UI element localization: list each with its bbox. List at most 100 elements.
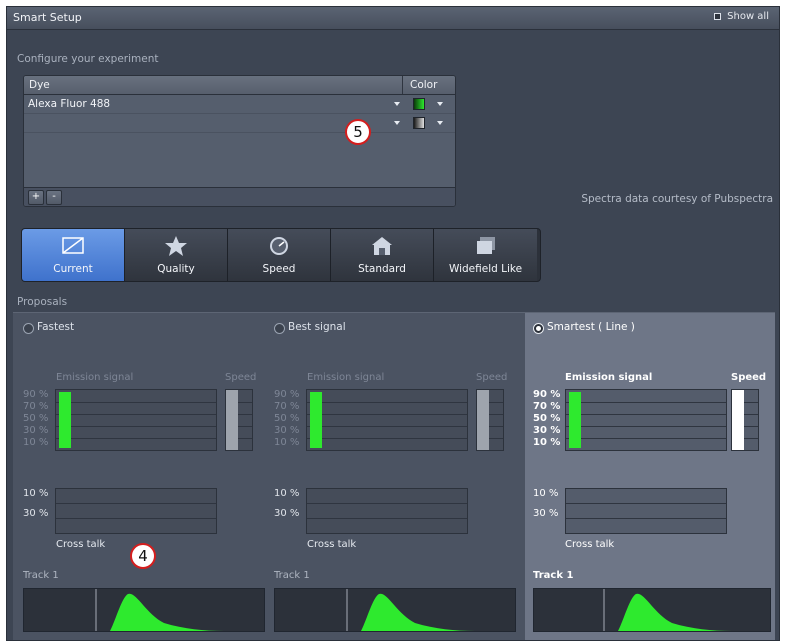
- tick-label: 10 %: [533, 488, 559, 499]
- tick-label: 10 %: [274, 488, 300, 499]
- crosstalk-label: Cross talk: [565, 539, 615, 550]
- dye-name: Alexa Fluor 488: [28, 98, 111, 110]
- smartest-radio[interactable]: [533, 323, 544, 334]
- widefield-icon: [476, 237, 495, 254]
- dye-table: Dye Color Alexa Fluor 488 + -: [23, 75, 456, 207]
- speed-label: Speed: [225, 372, 257, 383]
- proposal-fastest[interactable]: Fastest Emission signal Speed 90 % 70 % …: [13, 313, 268, 640]
- mode-label: Quality: [157, 263, 195, 275]
- window-title: Smart Setup: [13, 11, 82, 24]
- mode-quality-button[interactable]: Quality: [125, 229, 228, 281]
- mode-current-button[interactable]: Current: [22, 229, 125, 281]
- tick-label: 30 %: [533, 508, 559, 519]
- mode-widefield-button[interactable]: Widefield Like: [434, 229, 537, 281]
- spectrum-graph: [533, 588, 771, 632]
- color-column-header: Color: [410, 79, 438, 91]
- spectrum-curve: [95, 589, 224, 631]
- tick-label: 30 %: [533, 425, 561, 436]
- dye-dropdown-icon[interactable]: [394, 121, 400, 125]
- best-signal-radio[interactable]: [274, 323, 285, 334]
- speed-bar: [732, 390, 744, 450]
- emission-grid: [55, 389, 217, 451]
- tick-label: 10 %: [274, 437, 300, 448]
- emission-grid: [306, 389, 468, 451]
- proposal-smartest[interactable]: Smartest ( Line ) Emission signal Speed …: [525, 313, 775, 640]
- tick-label: 90 %: [23, 389, 49, 400]
- crosstalk-label: Cross talk: [56, 539, 106, 550]
- speed-grid: [476, 389, 504, 451]
- dye-row[interactable]: Alexa Fluor 488: [24, 95, 455, 114]
- tick-label: 10 %: [533, 437, 561, 448]
- spectrum-graph: [23, 588, 265, 632]
- track-label: Track 1: [274, 570, 310, 581]
- star-icon: [165, 236, 187, 256]
- tick-label: 30 %: [23, 425, 49, 436]
- mode-label: Current: [53, 263, 93, 275]
- tick-label: 70 %: [533, 401, 561, 412]
- dye-table-footer: + -: [24, 187, 455, 206]
- color-dropdown-icon[interactable]: [437, 121, 443, 125]
- color-dropdown-icon[interactable]: [437, 102, 443, 106]
- crosstalk-grid: [55, 488, 217, 534]
- mode-label: Standard: [358, 263, 406, 275]
- show-all-checkbox[interactable]: [714, 13, 722, 20]
- emission-bar: [59, 392, 71, 448]
- track-label: Track 1: [533, 570, 574, 581]
- crosstalk-grid: [306, 488, 468, 534]
- mode-speed-button[interactable]: Speed: [228, 229, 331, 281]
- color-swatch[interactable]: [413, 98, 425, 110]
- speed-label: Speed: [476, 372, 508, 383]
- proposal-best-signal[interactable]: Best signal Emission signal Speed 90 % 7…: [264, 313, 519, 640]
- tick-label: 10 %: [23, 437, 49, 448]
- tick-label: 30 %: [274, 508, 300, 519]
- add-dye-button[interactable]: +: [28, 190, 44, 205]
- speedometer-icon: [270, 237, 288, 255]
- dye-dropdown-icon[interactable]: [394, 102, 400, 106]
- crosstalk-grid: [565, 488, 727, 534]
- emission-bar: [569, 392, 581, 448]
- tick-label: 90 %: [274, 389, 300, 400]
- proposals-heading: Proposals: [17, 296, 68, 308]
- tick-label: 50 %: [23, 413, 49, 424]
- emission-bar: [310, 392, 322, 448]
- spectrum-graph: [274, 588, 516, 632]
- spectrum-curve: [346, 589, 475, 631]
- show-all-label: Show all: [727, 11, 769, 22]
- smart-setup-window: Smart Setup Show all Configure your expe…: [6, 6, 780, 641]
- option-label: Fastest: [37, 321, 75, 333]
- emission-grid: [565, 389, 727, 451]
- spectrum-curve: [603, 589, 732, 631]
- speed-bar: [477, 390, 489, 450]
- callout-5-badge: 5: [345, 119, 371, 145]
- configure-heading: Configure your experiment: [17, 53, 159, 65]
- mode-standard-button[interactable]: Standard: [331, 229, 434, 281]
- crosstalk-label: Cross talk: [307, 539, 357, 550]
- speed-grid: [731, 389, 759, 451]
- emission-signal-label: Emission signal: [307, 372, 385, 383]
- fastest-radio[interactable]: [23, 323, 34, 334]
- current-icon: [62, 237, 84, 254]
- tick-label: 30 %: [23, 508, 49, 519]
- tick-label: 10 %: [23, 488, 49, 499]
- speed-grid: [225, 389, 253, 451]
- title-bar: Smart Setup Show all: [7, 7, 779, 30]
- emission-signal-label: Emission signal: [565, 372, 653, 383]
- show-all-toggle[interactable]: Show all: [714, 11, 769, 22]
- tick-label: 70 %: [274, 401, 300, 412]
- option-label: Best signal: [288, 321, 346, 333]
- tick-label: 30 %: [274, 425, 300, 436]
- color-swatch[interactable]: [413, 117, 425, 129]
- mode-toolbar: Current Quality Speed Standard Widefield…: [21, 228, 541, 282]
- mode-label: Speed: [262, 263, 296, 275]
- tick-label: 50 %: [533, 413, 561, 424]
- emission-signal-label: Emission signal: [56, 372, 134, 383]
- tick-label: 90 %: [533, 389, 561, 400]
- option-label: Smartest ( Line ): [547, 321, 635, 333]
- mode-label: Widefield Like: [448, 263, 523, 275]
- dye-row[interactable]: [24, 114, 455, 133]
- speed-label: Speed: [731, 372, 767, 383]
- tick-label: 70 %: [23, 401, 49, 412]
- spectra-credit: Spectra data courtesy of Pubspectra: [581, 193, 773, 205]
- remove-dye-button[interactable]: -: [46, 190, 62, 205]
- dye-table-header: Dye Color: [24, 76, 455, 95]
